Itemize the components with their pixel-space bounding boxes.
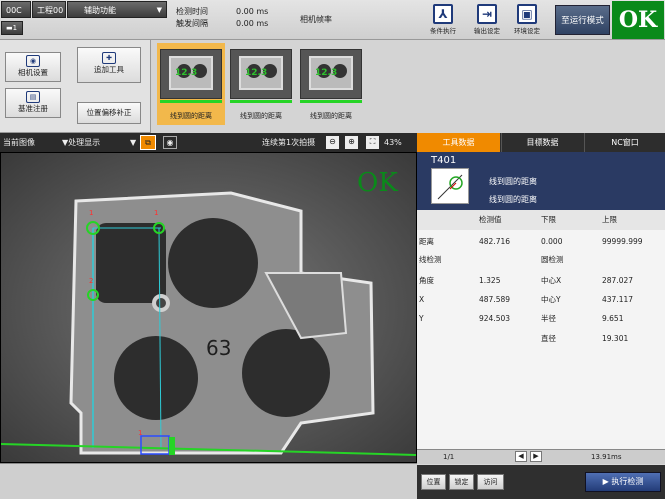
output-icon: ⇥ xyxy=(477,4,497,24)
access-button[interactable]: 访问 xyxy=(477,474,504,490)
timing-info: 检测时间 0.00 ms 触发间隔 0.00 ms xyxy=(176,6,268,30)
thumbnail-image: 12.3 xyxy=(230,49,292,99)
run-mode-button[interactable]: 至运行模式 xyxy=(555,5,610,35)
output-settings-button[interactable]: ⇥ 输出设定 xyxy=(470,2,504,38)
current-image-label: 当前图像 xyxy=(3,138,35,147)
project-dropdown[interactable]: 工程00 xyxy=(32,1,66,18)
tab-tool-data[interactable]: 工具数据 xyxy=(417,133,500,152)
capture-mode-label: 连续第1次拍摄 xyxy=(262,138,316,147)
monitor-icon: ▣ xyxy=(517,4,537,24)
camera-rate-label: 相机帧率 xyxy=(300,15,332,24)
add-tool-icon: ✚ xyxy=(102,52,116,64)
thumbnail-label: 线到圆的距离 xyxy=(240,112,282,120)
register-icon: ▤ xyxy=(26,91,40,103)
svg-text:1: 1 xyxy=(154,209,158,217)
camera-icon: ◉ xyxy=(26,55,40,67)
thumbnail-label: 线到圆的距离 xyxy=(310,112,352,120)
tool-data-table: 检测值 下限 上限 距离 482.716 0.000 99999.999 线检测… xyxy=(417,210,665,449)
thumbnail-label: 线到圆的距离 xyxy=(170,112,212,120)
lock-button[interactable]: 锁定 xyxy=(449,474,474,490)
tool-thumbnail-1[interactable]: 12.3 线到圆的距离 xyxy=(157,43,225,125)
sub-tab[interactable]: ▬1 xyxy=(1,21,23,35)
camera-icon[interactable]: ◉ xyxy=(163,136,177,149)
table-row: 距离 482.716 0.000 99999.999 xyxy=(419,237,643,246)
prev-page-icon[interactable]: ◀ xyxy=(515,451,527,462)
top-bar: 00C 工程00 辅助功能 ▼ ▬1 检测时间 0.00 ms 触发间隔 0.00 m… xyxy=(0,0,665,40)
tool-subname: 线到圆的距离 xyxy=(489,195,537,204)
detect-time-label: 检测时间 xyxy=(176,7,208,16)
camera-mini-icon: ▬ xyxy=(6,24,13,32)
svg-text:2: 2 xyxy=(89,277,93,285)
position-button[interactable]: 位置 xyxy=(421,474,446,490)
camera-settings-button[interactable]: ◉ 相机设置 xyxy=(5,52,61,82)
zoom-out-icon[interactable]: ⊖ xyxy=(326,136,339,149)
image-header: 当前图像 ▼处理显示 ▼ ⧉ ◉ 连续第1次拍摄 ⊖ ⊕ ⛶ 43% xyxy=(0,133,417,152)
table-row: Y 924.503 半径 9.651 xyxy=(419,314,624,323)
fit-icon[interactable]: ⛶ xyxy=(366,136,379,149)
process-display-dropdown[interactable]: ▼处理显示 xyxy=(62,133,100,152)
chevron-down-icon[interactable]: ▼ xyxy=(130,133,136,152)
trigger-interval-value: 0.00 ms xyxy=(236,19,269,28)
tool-thumbnail-3[interactable]: 12.3 线到圆的距离 xyxy=(297,43,365,125)
setup-toolbar: ◉ 相机设置 ▤ 基准注册 ✚ 追加工具 位置偏移补正 12.3 线到圆的距离 12.… xyxy=(0,40,665,133)
table-row: 直径 19.301 xyxy=(541,334,629,343)
image-ok-text: OK xyxy=(357,168,398,198)
part-number-text: 63 xyxy=(206,336,231,360)
register-image-button[interactable]: ▤ 基准注册 xyxy=(5,88,61,118)
app-root: 00C 工程00 辅助功能 ▼ ▬1 检测时间 0.00 ms 触发间隔 0.00 m… xyxy=(0,0,665,499)
trigger-interval-label: 触发间隔 xyxy=(176,19,208,28)
execute-inspection-button[interactable]: ▶ 执行检测 xyxy=(585,472,661,492)
chevron-down-icon: ▼ xyxy=(156,6,162,14)
unit-dropdown[interactable]: 00C xyxy=(1,1,31,18)
position-correction-button[interactable]: 位置偏移补正 xyxy=(77,102,141,124)
status-ok-badge: OK xyxy=(612,1,664,39)
right-bottom-bar: 位置 锁定 访问 ▶ 执行检测 xyxy=(417,465,665,499)
table-header: 检测值 下限 上限 xyxy=(417,210,665,230)
thumbnail-image: 12.3 xyxy=(160,49,222,99)
exec-time: 13.91ms xyxy=(591,453,622,461)
zoom-level: 43% xyxy=(384,138,402,147)
detect-time-value: 0.00 ms xyxy=(236,7,269,16)
tool-thumbnail-strip: 12.3 线到圆的距离 12.3 线到圆的距离 12.3 线到圆的距离 xyxy=(150,40,665,133)
table-pager: 1/1 ◀ ▶ 13.91ms xyxy=(417,449,665,464)
line-to-circle-icon xyxy=(431,168,469,204)
add-tool-button[interactable]: ✚ 追加工具 xyxy=(77,47,141,83)
camera-image-view[interactable]: 1 1 2 1 OK 63 xyxy=(0,152,417,463)
tool-id: T401 xyxy=(431,155,457,166)
environment-settings-button[interactable]: ▣ 环境设定 xyxy=(510,2,544,38)
image-bottom-bar xyxy=(0,463,417,499)
aux-function-dropdown[interactable]: 辅助功能 ▼ xyxy=(67,1,167,18)
right-tabs: 工具数据 目標数据 NC窗口 xyxy=(417,133,665,152)
branch-icon: ⅄ xyxy=(433,4,453,24)
roi-icon[interactable]: ⧉ xyxy=(140,135,156,150)
page-indicator: 1/1 xyxy=(443,453,455,461)
zoom-in-icon[interactable]: ⊕ xyxy=(345,136,358,149)
conditional-exec-button[interactable]: ⅄ 条件执行 xyxy=(426,2,460,38)
tab-nc-window[interactable]: NC窗口 xyxy=(584,133,665,152)
tool-name: 线到圆的距离 xyxy=(489,177,537,186)
svg-text:1: 1 xyxy=(89,209,93,217)
table-row: 角度 1.325 中心X 287.027 xyxy=(419,276,634,285)
next-page-icon[interactable]: ▶ xyxy=(530,451,542,462)
tool-thumbnail-2[interactable]: 12.3 线到圆的距离 xyxy=(227,43,295,125)
thumbnail-image: 12.3 xyxy=(300,49,362,99)
inspection-image: 1 1 2 1 OK 63 xyxy=(1,153,416,462)
tab-target-data[interactable]: 目標数据 xyxy=(501,133,583,152)
table-row: 线检测 圆检测 xyxy=(419,255,564,264)
table-row: X 487.589 中心Y 437.117 xyxy=(419,295,634,304)
tool-info-header: T401 线到圆的距离 线到圆的距离 xyxy=(417,152,665,210)
